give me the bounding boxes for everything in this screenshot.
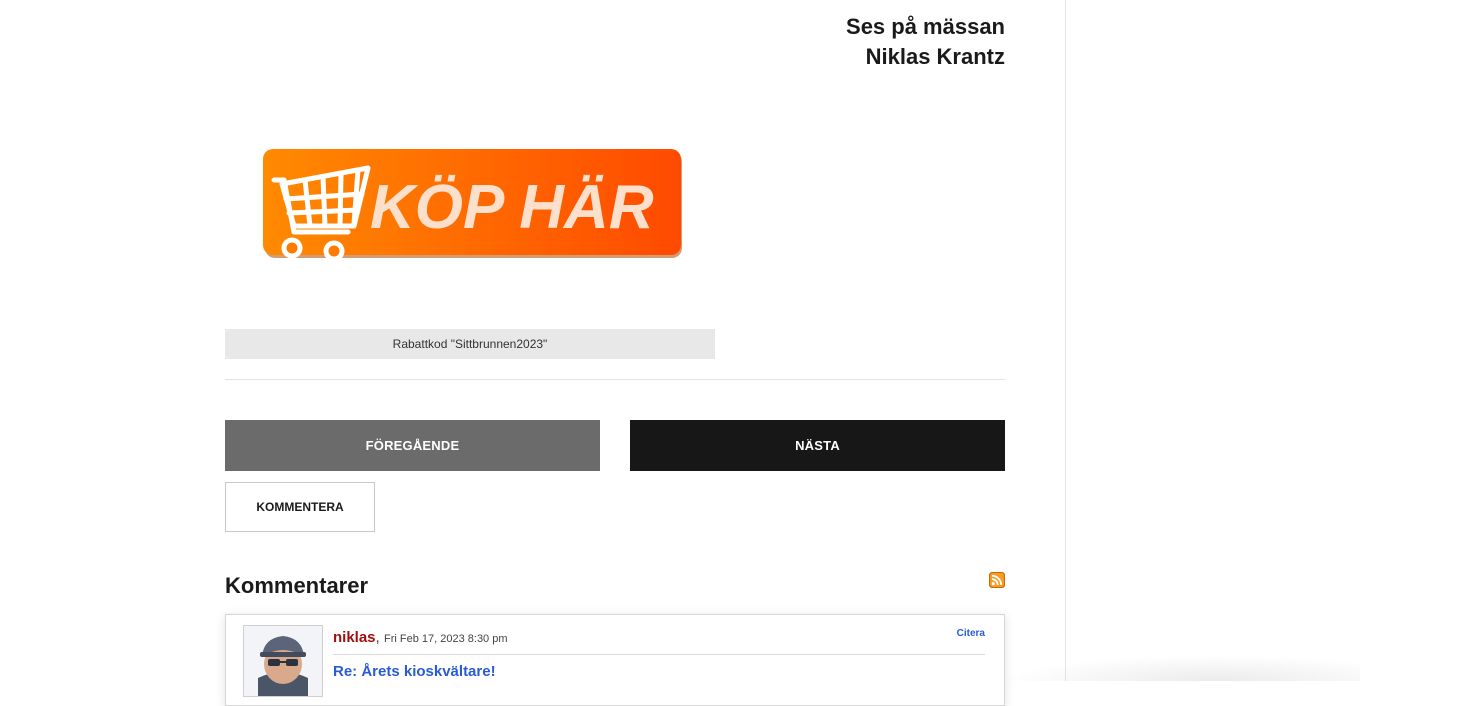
- quote-link[interactable]: Citera: [957, 628, 985, 639]
- promo-code-caption: Rabattkod "Sittbrunnen2023": [225, 329, 715, 359]
- previous-button[interactable]: FÖREGÅENDE: [225, 420, 600, 471]
- comments-heading: Kommentarer: [225, 573, 369, 598]
- buy-here-banner-link[interactable]: KÖP HÄR: [262, 148, 684, 268]
- comment-header-divider: [333, 654, 985, 655]
- comment-item: niklas, Fri Feb 17, 2023 8:30 pm Citera …: [225, 614, 1005, 706]
- buy-here-banner-image: KÖP HÄR: [263, 149, 682, 262]
- signature-line-2: Niklas Krantz: [865, 44, 1005, 69]
- next-button[interactable]: NÄSTA: [630, 420, 1005, 471]
- comment-author-link[interactable]: niklas,: [333, 629, 380, 646]
- comment-date: Fri Feb 17, 2023 8:30 pm: [384, 633, 508, 645]
- avatar: [243, 625, 323, 697]
- author-comma: ,: [375, 629, 380, 646]
- post-signature: Ses på mässan Niklas Krantz: [700, 12, 1005, 72]
- buy-banner-text: KÖP HÄR: [370, 173, 654, 242]
- content-divider: [225, 379, 1005, 380]
- rss-feed-icon[interactable]: [989, 572, 1005, 588]
- comment-button[interactable]: KOMMENTERA: [225, 482, 375, 532]
- sidebar-divider: [1065, 0, 1066, 681]
- comment-author-name: niklas: [333, 629, 376, 646]
- signature-line-1: Ses på mässan: [846, 14, 1005, 39]
- user-avatar-image: [244, 626, 322, 696]
- decorative-shadow: [1000, 655, 1360, 681]
- comment-title-link[interactable]: Re: Årets kioskvältare!: [333, 663, 496, 680]
